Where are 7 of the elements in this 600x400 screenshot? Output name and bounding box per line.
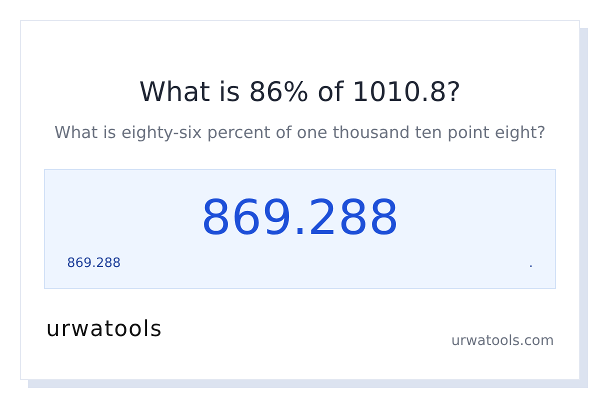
logo: urwatools [46,317,163,343]
trailing-mark: . [528,255,533,273]
subtitle: What is eighty-six percent of one thousand ten point eight? [54,122,546,144]
site-url: urwatools.com [451,332,554,351]
page-title: What is 86% of 1010.8? [139,76,461,110]
result-value: 869.288 [200,189,400,248]
result-small-value: 869.288 [67,255,121,273]
